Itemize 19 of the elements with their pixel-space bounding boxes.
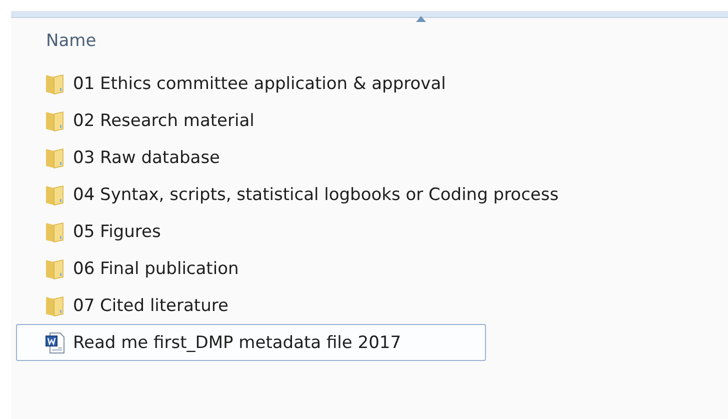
folder-item[interactable]: 03 Raw database: [16, 139, 692, 176]
file-item[interactable]: Read me first_DMP metadata file 2017: [16, 324, 486, 361]
folder-item[interactable]: 07 Cited literature: [16, 287, 692, 324]
sort-arrow-icon: [416, 16, 426, 22]
folder-icon: [45, 184, 65, 206]
folder-icon: [45, 72, 65, 94]
word-document-icon: [45, 332, 65, 354]
folder-icon: [45, 146, 65, 168]
folder-icon: [45, 110, 65, 132]
folder-icon: [45, 294, 65, 316]
folder-item[interactable]: 02 Research material: [16, 102, 692, 139]
column-header[interactable]: Name: [11, 17, 728, 65]
folder-item[interactable]: 04 Syntax, scripts, statistical logbooks or Coding process: [16, 176, 692, 213]
folder-icon: [45, 258, 65, 280]
column-title: Name: [46, 31, 96, 51]
folder-item[interactable]: 01 Ethics committee application & approval: [16, 65, 692, 102]
folder-item[interactable]: 06 Final publication: [16, 250, 692, 287]
folder-item[interactable]: 05 Figures: [16, 213, 692, 250]
folder-icon: [45, 220, 65, 242]
